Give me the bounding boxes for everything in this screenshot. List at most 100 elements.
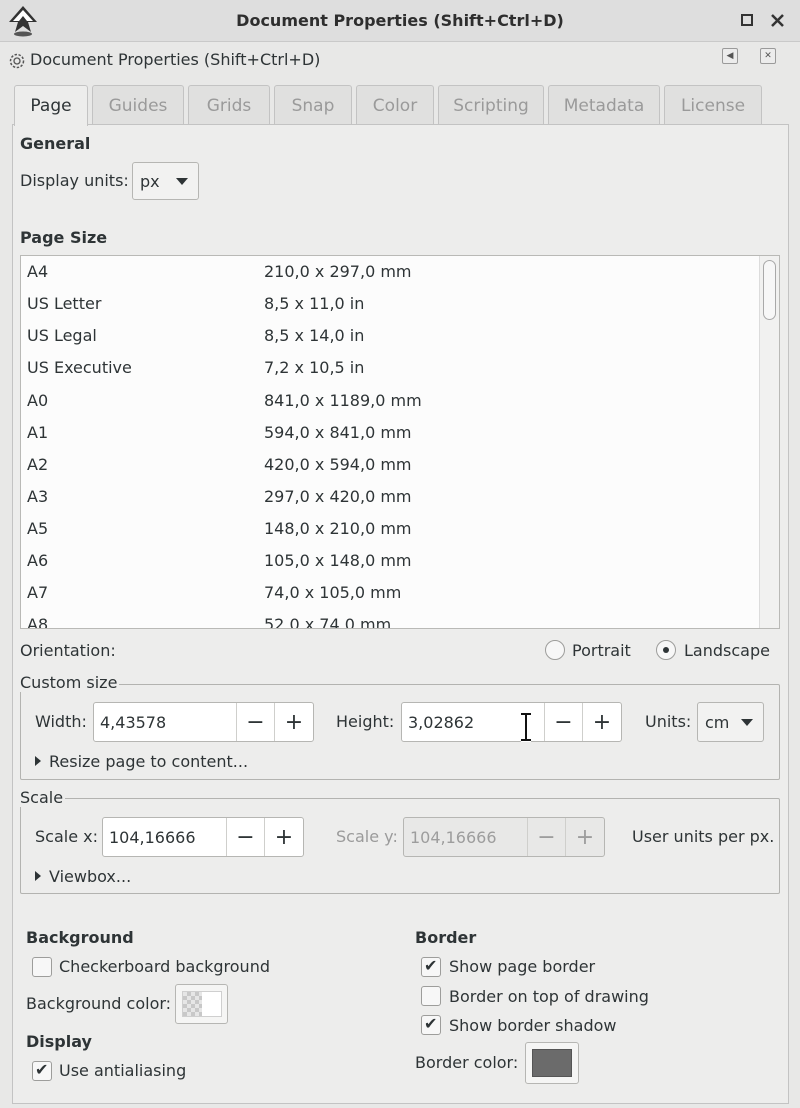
portrait-radio[interactable]: [545, 640, 565, 660]
expander-arrow-icon: [35, 871, 41, 881]
list-item[interactable]: A1 594,0 x 841,0 mm: [21, 417, 759, 449]
general-heading: General: [20, 134, 91, 153]
scale-y-increment-button: +: [575, 824, 595, 850]
list-item[interactable]: A8 52,0 x 74,0 mm: [21, 609, 759, 629]
close-window-button[interactable]: [766, 9, 788, 31]
tab-license[interactable]: License: [664, 85, 762, 125]
landscape-radio[interactable]: [656, 640, 676, 660]
dock-iconify-button[interactable]: ◀: [722, 48, 738, 64]
tab-snap[interactable]: Snap: [274, 85, 352, 125]
height-spinbutton[interactable]: 3,02862 − +: [401, 702, 622, 742]
landscape-label[interactable]: Landscape: [684, 641, 770, 660]
viewbox-expander[interactable]: Viewbox...: [35, 867, 131, 886]
list-item[interactable]: US Legal 8,5 x 14,0 in: [21, 320, 759, 352]
border-shadow-checkbox[interactable]: [421, 1014, 441, 1035]
custom-units-select[interactable]: cm: [697, 702, 764, 742]
page-size-name: US Legal: [27, 326, 97, 345]
list-item[interactable]: A7 74,0 x 105,0 mm: [21, 577, 759, 609]
tab-grids[interactable]: Grids: [188, 85, 270, 125]
dock-header: Document Properties (Shift+Ctrl+D) ◀ ✕: [0, 42, 800, 78]
border-color-button[interactable]: [525, 1042, 579, 1084]
border-on-top-checkbox[interactable]: [421, 986, 441, 1006]
portrait-label[interactable]: Portrait: [572, 641, 631, 660]
list-item[interactable]: A5 148,0 x 210,0 mm: [21, 513, 759, 545]
page-size-dims: 420,0 x 594,0 mm: [264, 455, 412, 474]
antialiasing-label[interactable]: Use antialiasing: [59, 1061, 186, 1080]
antialiasing-checkbox[interactable]: [32, 1060, 52, 1081]
scale-y-input: 104,16666: [404, 818, 528, 856]
width-decrement-button[interactable]: −: [237, 703, 275, 741]
width-increment-button[interactable]: +: [275, 703, 313, 741]
background-heading: Background: [26, 928, 134, 947]
height-increment-button[interactable]: +: [583, 703, 621, 741]
page-size-name: A5: [27, 519, 49, 538]
scale-x-spinbutton[interactable]: 104,16666 − +: [102, 817, 304, 857]
background-color-button[interactable]: [175, 984, 228, 1024]
dock-close-button[interactable]: ✕: [760, 48, 776, 64]
page-size-heading: Page Size: [20, 228, 108, 247]
page-size-list[interactable]: A4 210,0 x 297,0 mm US Letter 8,5 x 11,0 i…: [20, 255, 780, 629]
resize-to-content-expander[interactable]: Resize page to content...: [35, 752, 248, 771]
page-size-scrollbar[interactable]: [759, 256, 779, 628]
width-label: Width:: [35, 712, 87, 731]
show-border-checkbox[interactable]: [421, 956, 441, 977]
show-border-label[interactable]: Show page border: [449, 957, 595, 976]
page-size-name: US Letter: [27, 294, 102, 313]
gear-icon: [9, 53, 25, 69]
page-size-dims: 148,0 x 210,0 mm: [264, 519, 412, 538]
scale-y-spinbutton: 104,16666 − +: [403, 817, 605, 857]
page-size-dims: 7,2 x 10,5 in: [264, 358, 365, 377]
page-size-dims: 8,5 x 14,0 in: [264, 326, 365, 345]
page-size-name: A3: [27, 487, 49, 506]
page-size-dims: 210,0 x 297,0 mm: [264, 262, 412, 281]
width-input[interactable]: 4,43578: [94, 703, 237, 741]
page-size-name: A1: [27, 423, 49, 442]
height-label: Height:: [336, 712, 395, 731]
checkerboard-label[interactable]: Checkerboard background: [59, 957, 270, 976]
border-on-top-label[interactable]: Border on top of drawing: [449, 987, 649, 1006]
window-titlebar[interactable]: Document Properties (Shift+Ctrl+D): [0, 0, 800, 42]
scale-x-input[interactable]: 104,16666: [103, 818, 227, 856]
tab-guides[interactable]: Guides: [92, 85, 184, 125]
display-units-select[interactable]: px: [132, 162, 199, 200]
page-size-name: A6: [27, 551, 49, 570]
list-item[interactable]: US Letter 8,5 x 11,0 in: [21, 288, 759, 320]
height-decrement-button[interactable]: −: [545, 703, 583, 741]
custom-units-value: cm: [705, 712, 730, 732]
scale-x-decrement-button[interactable]: −: [227, 818, 265, 856]
page-size-dims: 594,0 x 841,0 mm: [264, 423, 412, 442]
page-size-dims: 841,0 x 1189,0 mm: [264, 391, 422, 410]
page-size-name: US Executive: [27, 358, 132, 377]
orientation-label: Orientation:: [20, 641, 116, 660]
background-color-swatch: [182, 991, 222, 1017]
page-size-dims: 52,0 x 74,0 mm: [264, 615, 392, 629]
border-shadow-label[interactable]: Show border shadow: [449, 1016, 616, 1035]
user-units-note: User units per px.: [632, 827, 775, 846]
maximize-button[interactable]: [736, 9, 758, 31]
list-item[interactable]: A3 297,0 x 420,0 mm: [21, 481, 759, 513]
scale-legend: Scale: [20, 788, 66, 807]
list-item[interactable]: A4 210,0 x 297,0 mm: [21, 256, 759, 288]
tab-color[interactable]: Color: [356, 85, 434, 125]
page-size-dims: 8,5 x 11,0 in: [264, 294, 365, 313]
scrollbar-thumb[interactable]: [763, 260, 776, 320]
units-label: Units:: [645, 712, 692, 731]
list-item[interactable]: A2 420,0 x 594,0 mm: [21, 449, 759, 481]
list-item[interactable]: US Executive 7,2 x 10,5 in: [21, 352, 759, 384]
display-heading: Display: [26, 1032, 92, 1051]
close-icon: ✕: [764, 51, 772, 61]
scale-y-label: Scale y:: [336, 827, 398, 846]
list-item[interactable]: A0 841,0 x 1189,0 mm: [21, 385, 759, 417]
maximize-icon: [741, 14, 753, 26]
width-spinbutton[interactable]: 4,43578 − +: [93, 702, 314, 742]
tab-metadata[interactable]: Metadata: [548, 85, 660, 125]
checkerboard-checkbox[interactable]: [32, 957, 52, 977]
list-item[interactable]: A6 105,0 x 148,0 mm: [21, 545, 759, 577]
scale-x-increment-button[interactable]: +: [265, 818, 303, 856]
page-size-name: A4: [27, 262, 49, 281]
viewbox-label: Viewbox...: [49, 867, 132, 886]
background-color-label: Background color:: [26, 994, 172, 1013]
page-size-name: A7: [27, 583, 49, 602]
tab-scripting[interactable]: Scripting: [438, 85, 544, 125]
tab-page[interactable]: Page: [14, 85, 88, 126]
